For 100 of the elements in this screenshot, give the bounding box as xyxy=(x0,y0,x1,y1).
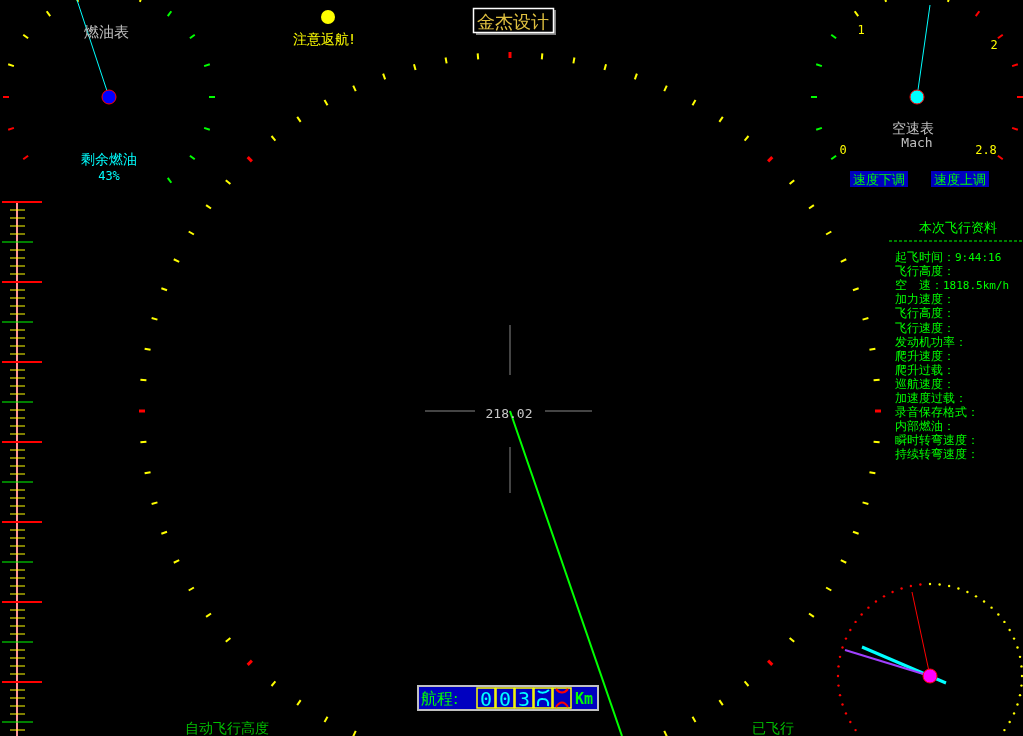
compass-tick xyxy=(691,715,697,723)
data-row: 起飞时间：9:44:16 xyxy=(895,250,1002,264)
compass-tick xyxy=(767,659,774,666)
gauge-title: 空速表 xyxy=(892,120,934,136)
data-row: 内部燃油： xyxy=(895,419,955,434)
compass-tick xyxy=(352,729,357,736)
data-row: 瞬时转弯速度： xyxy=(895,433,979,448)
bottom-label: 已飞行 xyxy=(752,720,794,736)
data-row: 飞行速度： xyxy=(895,320,955,335)
gauge-tick xyxy=(203,126,211,131)
compass-tick xyxy=(852,530,860,535)
data-row: 爬升过载： xyxy=(895,362,955,377)
gauge-tick xyxy=(2,96,10,98)
gauge-tick xyxy=(1016,96,1023,98)
gauge-tick xyxy=(815,63,823,68)
gauge-tick xyxy=(45,10,52,18)
compass-tick xyxy=(743,680,750,687)
rolling-digit-drawing xyxy=(552,687,572,709)
range-unit: Km xyxy=(574,690,594,708)
compass-tick xyxy=(825,586,833,592)
compass-tick xyxy=(788,636,796,643)
data-row: 发动机功率： xyxy=(895,334,967,349)
compass-tick xyxy=(205,612,212,618)
scale-label: 0 xyxy=(839,143,847,157)
compass-tick xyxy=(808,612,815,618)
gauge-tick xyxy=(203,63,211,68)
compass-tick xyxy=(323,99,329,107)
compass-tick xyxy=(160,287,168,292)
gauge-tick xyxy=(830,33,838,40)
speed-button[interactable]: 速度下调 xyxy=(850,171,908,187)
gauge-tick xyxy=(815,126,823,131)
compass-tick xyxy=(808,204,815,210)
data-row: 加力速度： xyxy=(895,292,955,307)
gauge-tick xyxy=(996,154,1004,161)
gauge-tick xyxy=(830,154,838,161)
compass-tick xyxy=(476,52,480,61)
compass-tick xyxy=(872,378,881,382)
compass-tick xyxy=(139,409,145,413)
counter-digit: 0 xyxy=(495,687,515,711)
gauge-tick xyxy=(7,63,15,68)
data-row: 空 速：1818.5km/h xyxy=(895,278,1010,293)
compass-tick xyxy=(868,471,877,475)
compass-tick xyxy=(663,729,668,736)
gauge-unit: Mach xyxy=(901,135,933,150)
data-row: 巡航速度： xyxy=(895,376,955,391)
compass-tick xyxy=(540,52,544,61)
compass-tick xyxy=(743,135,750,142)
compass-tick xyxy=(839,258,848,263)
range-label: 航程: xyxy=(421,689,459,708)
compass-tick xyxy=(143,471,152,475)
logo-badge: 金杰设计 xyxy=(472,7,556,35)
compass-tick xyxy=(139,440,148,444)
clock-hub-icon xyxy=(922,668,938,684)
warning-light-icon xyxy=(321,10,335,24)
speed-button[interactable]: 速度上调 xyxy=(931,171,989,187)
counter-digit: 3 xyxy=(514,687,534,711)
compass-tick xyxy=(852,287,860,292)
compass-tick xyxy=(172,258,181,263)
gauge-tick xyxy=(188,154,196,161)
bottom-label: 自动飞行高度 xyxy=(185,720,269,736)
compass-tick xyxy=(160,530,168,535)
compass-tick xyxy=(382,72,387,81)
compass-tick xyxy=(718,699,724,707)
compass-tick xyxy=(691,99,697,107)
compass-tick xyxy=(224,636,232,643)
gauge-tick xyxy=(974,10,981,18)
heading-reading: 218.02 xyxy=(485,406,533,421)
gauge-tick xyxy=(883,0,888,3)
compass-tick xyxy=(187,230,195,236)
compass-tick xyxy=(508,52,512,58)
compass-tick xyxy=(767,156,774,163)
data-row: 飞行高度： xyxy=(895,306,955,321)
compass-tick xyxy=(224,179,232,186)
compass-tick xyxy=(296,115,302,123)
gauge-tick xyxy=(138,0,143,3)
gauge-tick xyxy=(166,10,173,18)
gauge-tick xyxy=(22,33,30,40)
compass-tick xyxy=(139,378,148,382)
gauge-tick xyxy=(810,96,818,98)
gauge-tick xyxy=(1011,126,1019,131)
compass-tick xyxy=(296,699,302,707)
compass-tick xyxy=(861,317,870,321)
compass-tick xyxy=(788,179,796,186)
compass-tick xyxy=(572,56,576,65)
gauge-tick xyxy=(7,126,15,131)
gauge-tick xyxy=(208,96,216,98)
scale-label: 1 xyxy=(857,23,865,37)
gauge-hub-icon xyxy=(101,89,117,105)
panel-title: 本次飞行资料 xyxy=(919,220,997,235)
gauge-tick xyxy=(166,176,173,184)
gauge-hub-icon xyxy=(909,89,925,105)
compass-tick xyxy=(868,347,877,351)
compass-tick xyxy=(839,559,848,564)
gauge-tick xyxy=(188,33,196,40)
compass-tick xyxy=(187,586,195,592)
compass-tick xyxy=(861,501,870,505)
compass-tick xyxy=(825,230,833,236)
gauge-tick xyxy=(75,0,80,3)
counter-digit: 0 xyxy=(476,687,496,711)
data-row: 录音保存格式： xyxy=(895,405,979,420)
